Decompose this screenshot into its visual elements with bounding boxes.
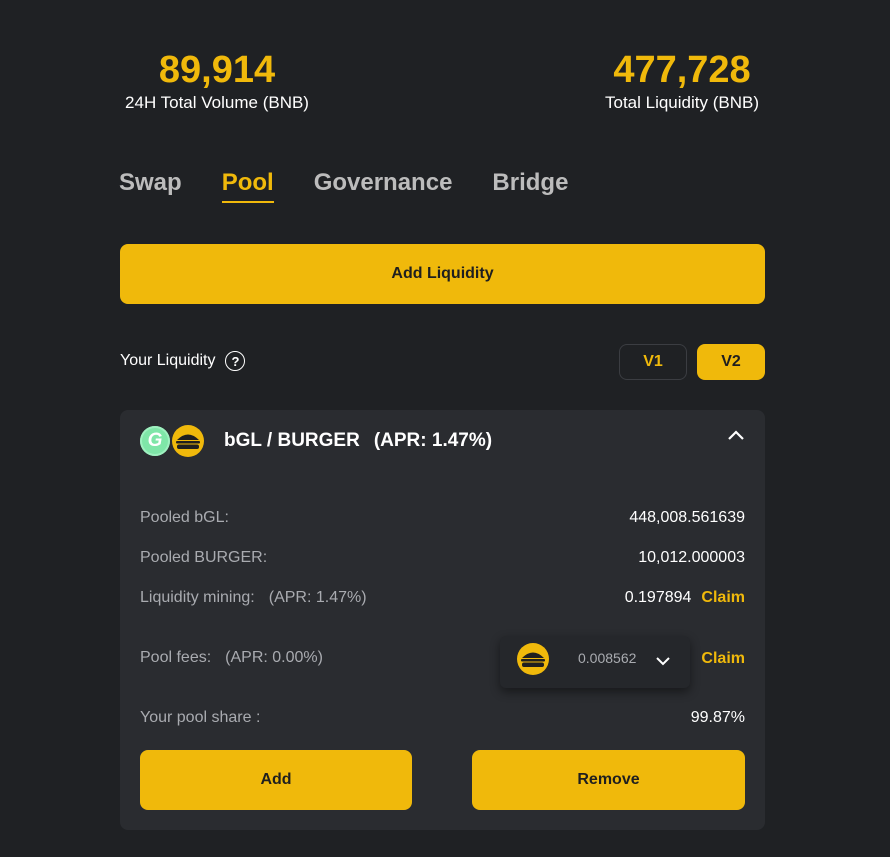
pool-fees-dropdown[interactable]: 0.008562 xyxy=(500,636,690,688)
remove-button[interactable]: Remove xyxy=(472,750,745,810)
pooled-burger-row: Pooled BURGER: 10,012.000003 xyxy=(140,549,745,567)
liquidity-value: 477,728 xyxy=(613,49,751,91)
volume-label: 24H Total Volume (BNB) xyxy=(125,93,309,112)
add-button[interactable]: Add xyxy=(140,750,412,810)
pool-fees-value: 0.008562 xyxy=(578,650,637,666)
burger-token-icon xyxy=(517,643,549,675)
add-liquidity-button[interactable]: Add Liquidity xyxy=(120,244,765,304)
pooled-burger-label: Pooled BURGER: xyxy=(140,549,268,566)
pool-share-value: 99.87% xyxy=(690,709,745,726)
claim-mining-button[interactable]: Claim xyxy=(701,589,745,607)
your-liquidity-header: Your Liquidity ? xyxy=(120,351,246,371)
pool-card: G bGL / BURGER (APR: 1.47%) Pooled bGL: … xyxy=(120,410,765,830)
liquidity-mining-label: Liquidity mining: xyxy=(140,589,255,606)
pooled-burger-value: 10,012.000003 xyxy=(638,549,745,566)
claim-fees-button[interactable]: Claim xyxy=(701,650,745,668)
pool-pair-name: bGL / BURGER xyxy=(224,430,360,451)
help-icon[interactable]: ? xyxy=(225,351,246,371)
pooled-bgl-row: Pooled bGL: 448,008.561639 xyxy=(140,509,745,527)
liquidity-mining-value: 0.197894 xyxy=(624,589,692,606)
tab-governance[interactable]: Governance xyxy=(314,166,453,200)
liquidity-label: Total Liquidity (BNB) xyxy=(604,93,759,112)
pool-share-row: Your pool share : 99.87% xyxy=(140,709,745,727)
tab-bridge[interactable]: Bridge xyxy=(492,166,568,200)
pool-pair-apr: (APR: 1.47%) xyxy=(373,430,493,451)
pooled-bgl-label: Pooled bGL: xyxy=(140,509,229,526)
volume-stat: 89,914 24H Total Volume (BNB) xyxy=(119,48,315,114)
tab-swap[interactable]: Swap xyxy=(119,166,182,200)
pool-fees-apr: (APR: 0.00%) xyxy=(225,649,323,666)
liquidity-mining-row: Liquidity mining: (APR: 1.47%) 0.197894 … xyxy=(140,589,745,607)
tab-pool[interactable]: Pool xyxy=(221,166,274,203)
bgl-token-icon: G xyxy=(140,426,170,456)
chevron-up-icon[interactable] xyxy=(727,428,745,442)
version-v2-button[interactable]: V2 xyxy=(697,344,765,380)
pool-share-label: Your pool share : xyxy=(140,709,261,726)
your-liquidity-label: Your Liquidity xyxy=(120,352,216,369)
liquidity-mining-apr: (APR: 1.47%) xyxy=(268,589,367,606)
main-tabs: Swap Pool Governance Bridge xyxy=(119,166,608,203)
pooled-bgl-value: 448,008.561639 xyxy=(629,509,745,526)
chevron-down-icon xyxy=(656,657,670,666)
liquidity-stat: 477,728 Total Liquidity (BNB) xyxy=(598,48,766,114)
burger-token-icon xyxy=(172,425,204,457)
volume-value: 89,914 xyxy=(158,49,276,91)
pool-fees-label: Pool fees: xyxy=(140,649,212,666)
version-v1-button[interactable]: V1 xyxy=(619,344,687,380)
pool-pair-header[interactable]: G bGL / BURGER (APR: 1.47%) xyxy=(140,425,492,457)
